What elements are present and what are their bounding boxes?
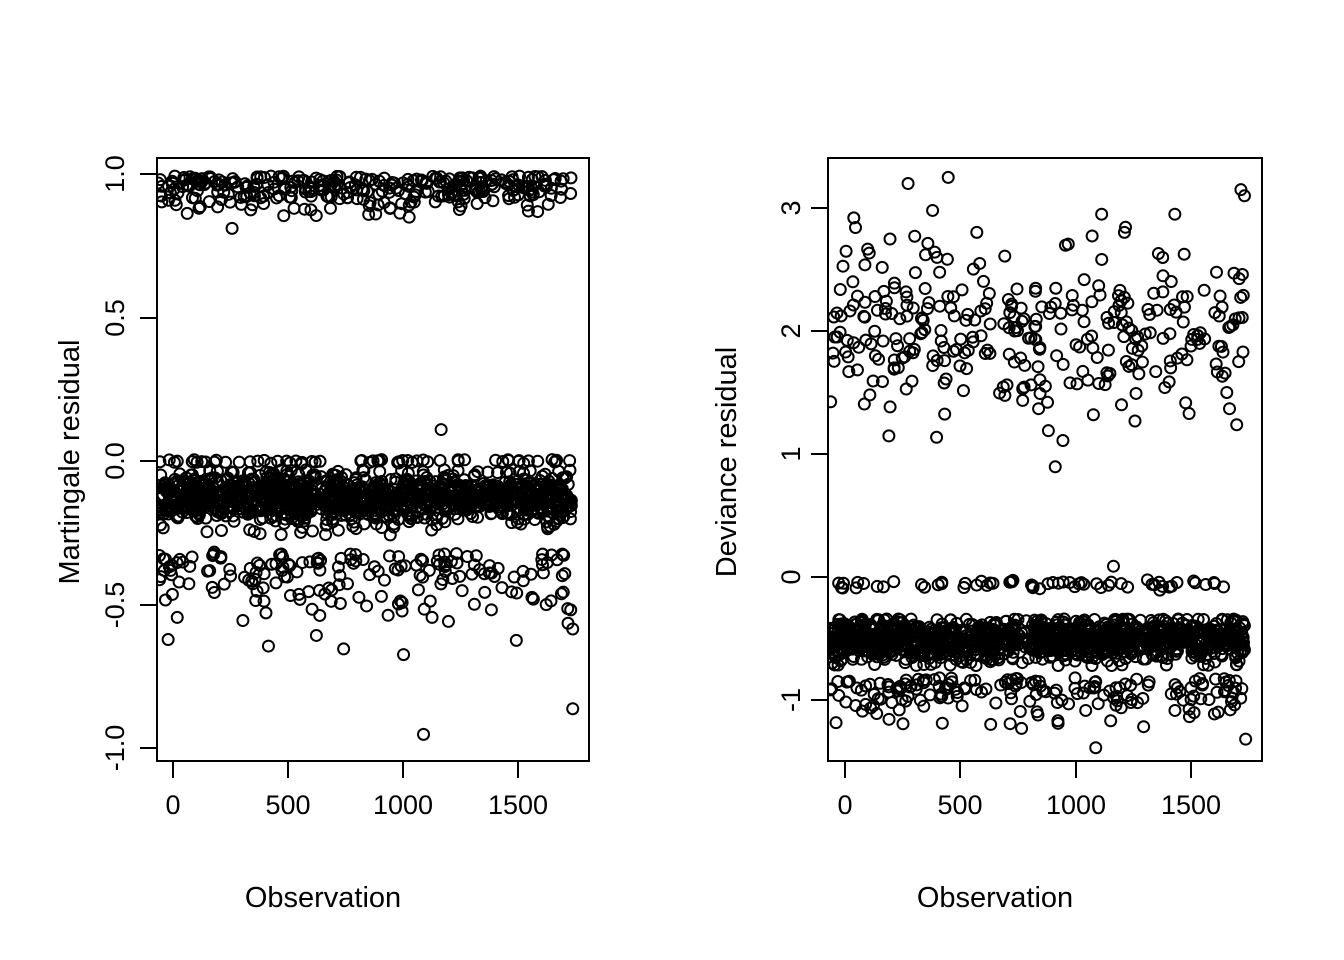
ytick-label: -0.5 <box>100 581 130 629</box>
xtick-mark <box>517 762 519 778</box>
xtick-label: 1500 <box>487 790 549 820</box>
scatter-points-left <box>158 169 580 741</box>
xtick-label: 500 <box>265 790 311 820</box>
xtick-mark <box>1075 762 1077 778</box>
xtick-label: 1000 <box>1045 790 1107 820</box>
ytick-label: 0 <box>776 569 806 585</box>
xtick-mark <box>402 762 404 778</box>
x-axis-label-left: Observation <box>244 882 402 914</box>
xtick-label: 1000 <box>372 790 434 820</box>
ytick-label: 1.0 <box>100 155 130 193</box>
xtick-label: 500 <box>937 790 983 820</box>
ytick-label: 0.5 <box>100 299 130 337</box>
panel-deviance: 3 2 1 0 -1 0 500 1000 1500 Deviance resi… <box>672 0 1344 960</box>
ytick-label: 2 <box>776 323 806 339</box>
panel-martingale: 1.0 0.5 0.0 -0.5 -1.0 0 500 1000 1500 Ma… <box>0 0 672 960</box>
ytick-mark <box>140 747 156 749</box>
ytick-label: 1 <box>776 446 806 462</box>
ytick-label: -1.0 <box>100 724 130 772</box>
xtick-label: 0 <box>165 790 181 820</box>
ytick-mark <box>140 460 156 462</box>
y-axis-label-left: Martingale residual <box>54 339 86 585</box>
xtick-mark <box>1190 762 1192 778</box>
ytick-mark <box>140 317 156 319</box>
figure-canvas: 1.0 0.5 0.0 -0.5 -1.0 0 500 1000 1500 Ma… <box>0 0 1344 960</box>
plot-area-right <box>829 159 1261 760</box>
ytick-mark <box>811 453 827 455</box>
xtick-mark <box>844 762 846 778</box>
xtick-mark <box>172 762 174 778</box>
ytick-mark <box>140 173 156 175</box>
y-axis-label-right: Deviance residual <box>711 346 743 578</box>
xtick-mark <box>287 762 289 778</box>
xtick-mark <box>959 762 961 778</box>
ytick-mark <box>811 576 827 578</box>
ytick-mark <box>140 604 156 606</box>
ytick-label: -1 <box>776 688 806 713</box>
ytick-label: 0.0 <box>100 442 130 480</box>
ytick-mark <box>811 330 827 332</box>
plot-area-left <box>158 159 588 760</box>
xtick-label: 1500 <box>1160 790 1222 820</box>
x-axis-label-right: Observation <box>916 882 1074 914</box>
scatter-points-right <box>829 170 1253 755</box>
ytick-mark <box>811 699 827 701</box>
ytick-label: 3 <box>776 200 806 216</box>
ytick-mark <box>811 207 827 209</box>
xtick-label: 0 <box>837 790 853 820</box>
